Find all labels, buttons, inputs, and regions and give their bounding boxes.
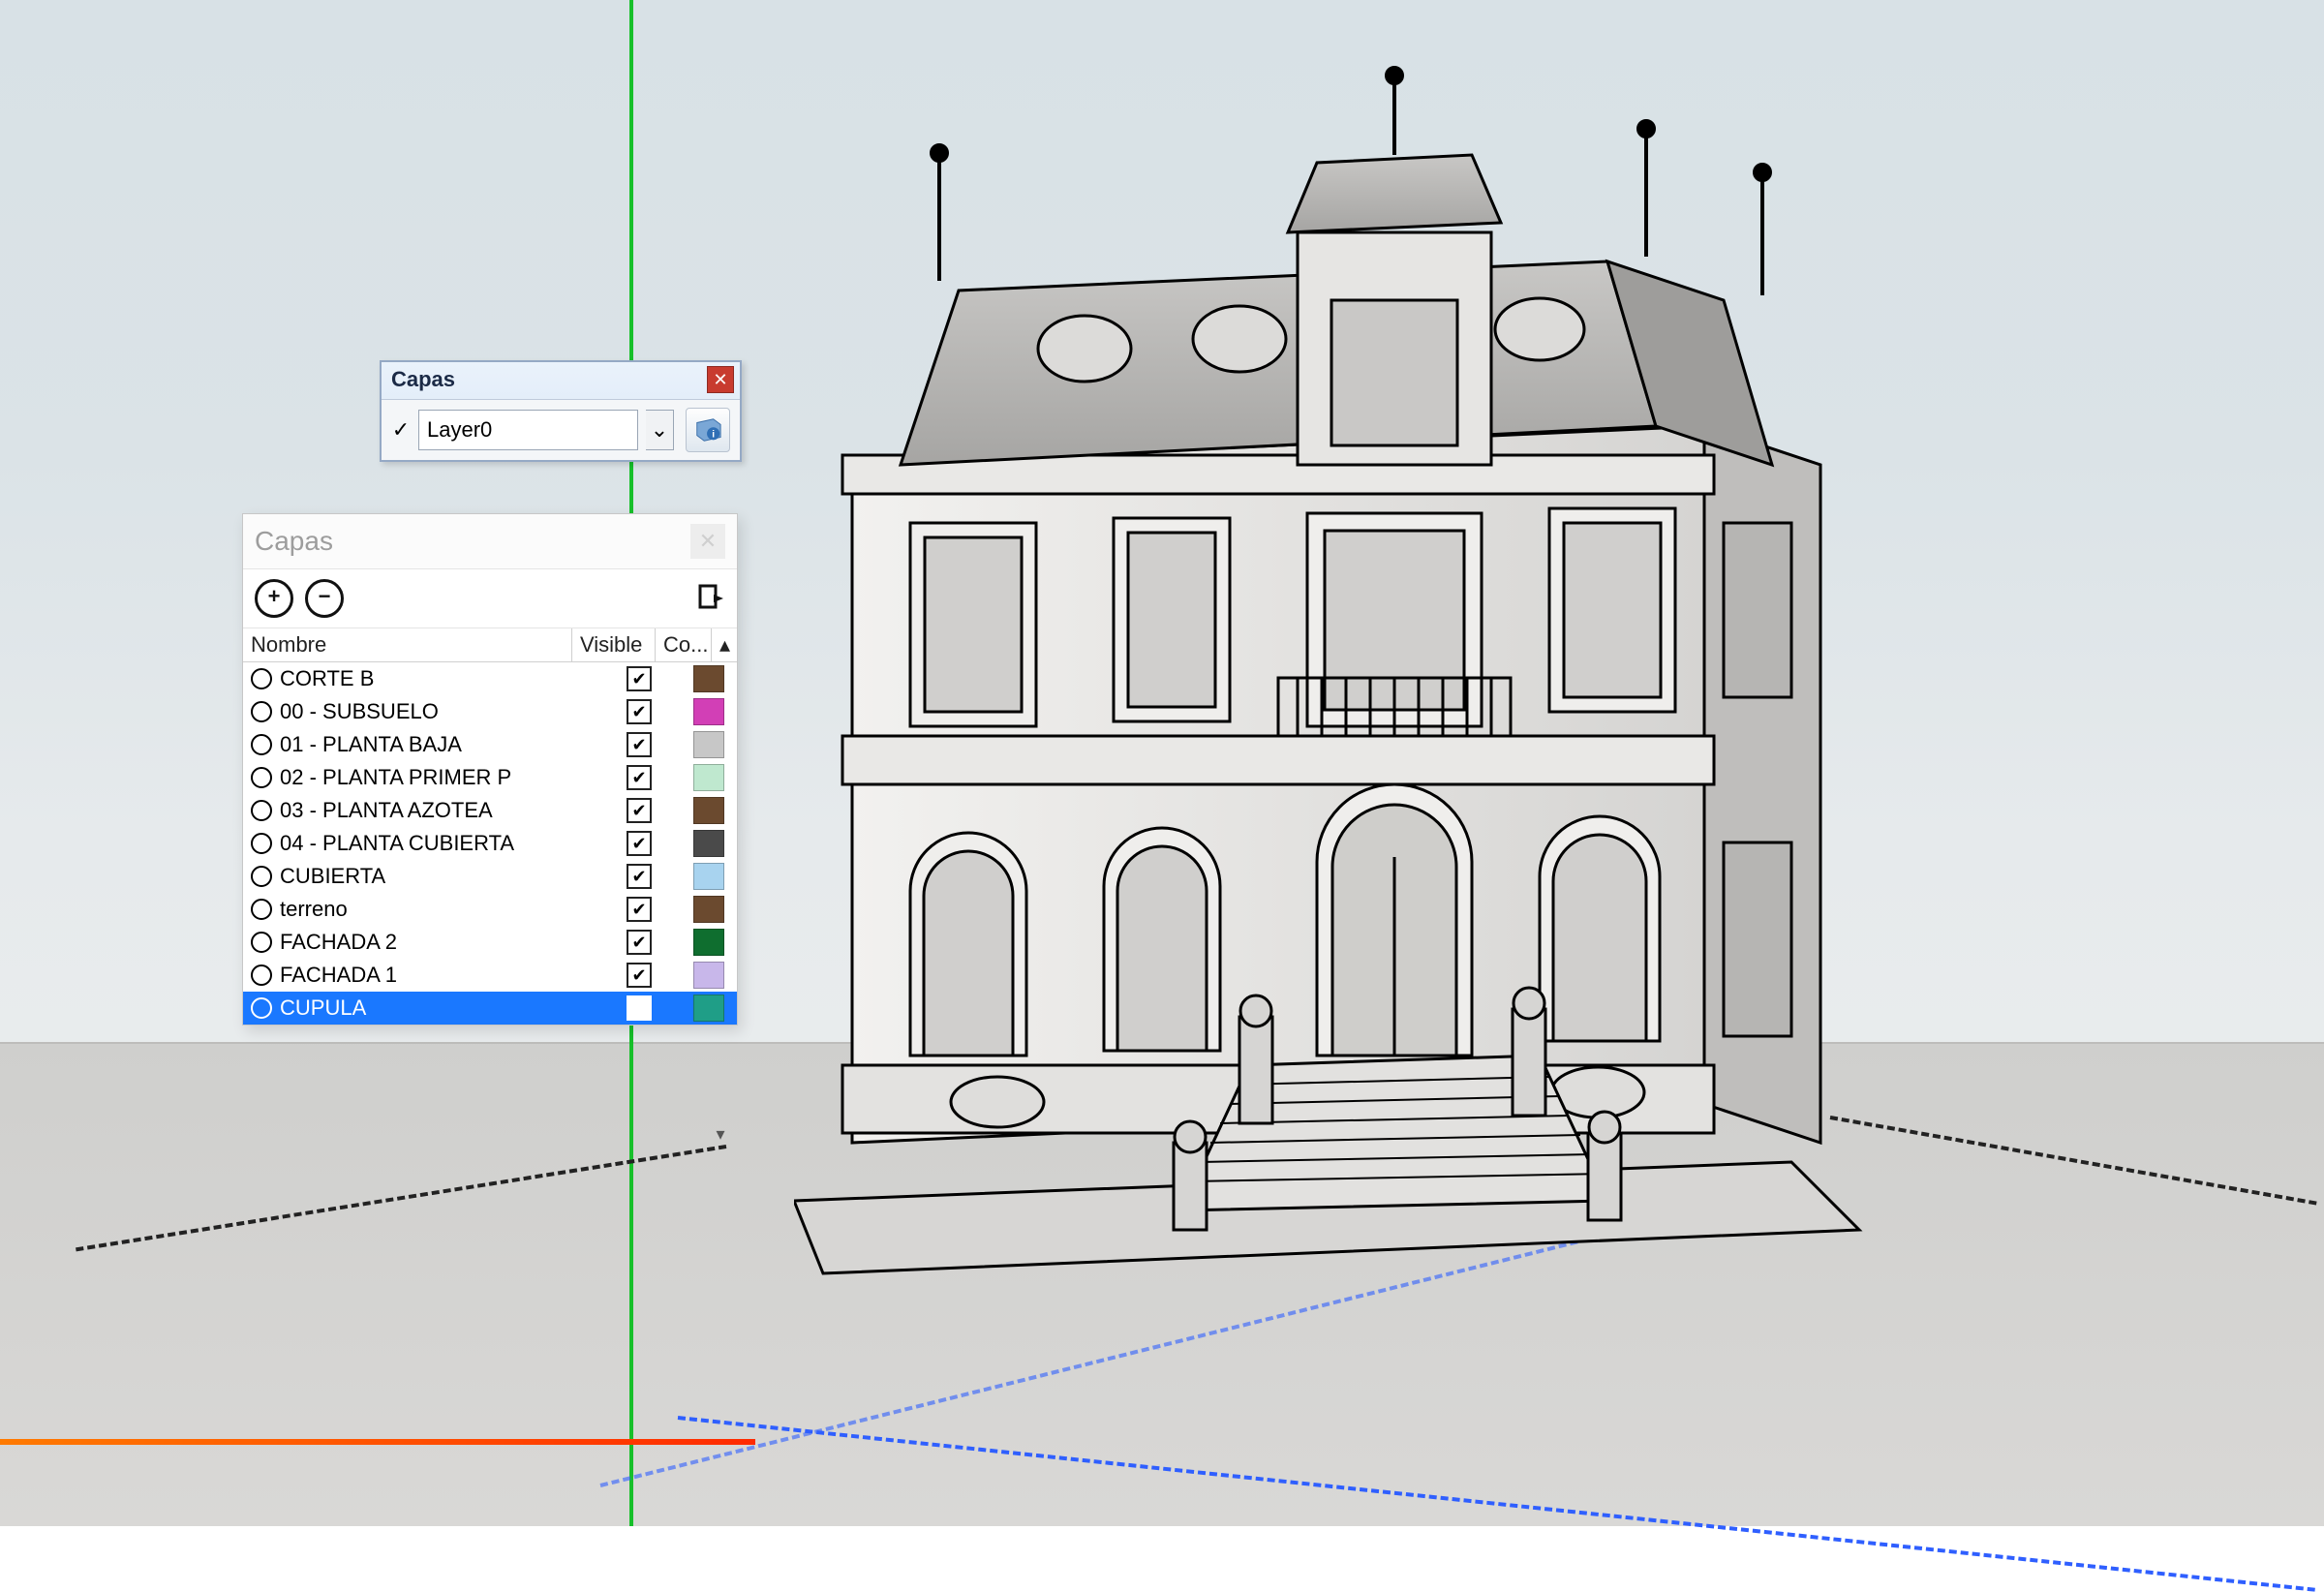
minus-icon: − [319, 584, 331, 609]
layer-active-radio[interactable] [251, 866, 272, 887]
layers-panel-title: Capas [255, 526, 333, 557]
col-visible[interactable]: Visible [572, 628, 656, 661]
layer-active-radio[interactable] [251, 701, 272, 722]
layer-active-radio[interactable] [251, 800, 272, 821]
col-name[interactable]: Nombre [243, 628, 572, 661]
layer-name: FACHADA 1 [280, 963, 397, 988]
close-icon: ✕ [713, 370, 727, 390]
layer-active-radio[interactable] [251, 734, 272, 755]
layer-color-swatch[interactable] [693, 929, 724, 956]
building-model[interactable] [794, 39, 1869, 1288]
layer-row[interactable]: FACHADA 1 ✔ [243, 959, 737, 992]
layer-active-radio[interactable] [251, 964, 272, 986]
layers-column-headers[interactable]: Nombre Visible Co... ▴ [243, 628, 737, 662]
layer-name: 02 - PLANTA PRIMER P [280, 765, 511, 790]
layer-color-swatch[interactable] [693, 830, 724, 857]
layer-color-swatch[interactable] [693, 764, 724, 791]
layer-details-button[interactable] [696, 582, 725, 615]
layer-active-radio[interactable] [251, 767, 272, 788]
layer-name: 01 - PLANTA BAJA [280, 732, 462, 757]
add-layer-button[interactable]: + [255, 579, 293, 618]
scroll-down[interactable]: ▾ [708, 1124, 733, 1153]
layer-name: 04 - PLANTA CUBIERTA [280, 831, 514, 856]
layer-row[interactable]: 03 - PLANTA AZOTEA ✔ [243, 794, 737, 827]
layer-info-button[interactable]: i [686, 408, 730, 452]
layer-visible-checkbox[interactable]: ✔ [627, 831, 652, 856]
layers-panel-close[interactable]: ✕ [690, 524, 725, 559]
active-layer-dropdown[interactable]: ⌄ [646, 410, 674, 450]
layer-color-swatch[interactable] [693, 962, 724, 989]
layer-color-swatch[interactable] [693, 797, 724, 824]
layer-color-swatch[interactable] [693, 698, 724, 725]
layer-color-swatch[interactable] [693, 863, 724, 890]
layer-visible-checkbox[interactable] [627, 995, 652, 1021]
layer-visible-checkbox[interactable]: ✔ [627, 897, 652, 922]
layer-name: terreno [280, 897, 348, 922]
layer-visible-checkbox[interactable]: ✔ [627, 765, 652, 790]
layer-color-swatch[interactable] [693, 731, 724, 758]
layer-color-swatch[interactable] [693, 896, 724, 923]
layer-active-radio[interactable] [251, 997, 272, 1019]
remove-layer-button[interactable]: − [305, 579, 344, 618]
layer-row[interactable]: terreno ✔ [243, 893, 737, 926]
layer-visible-checkbox[interactable]: ✔ [627, 732, 652, 757]
layer-name: CORTE B [280, 666, 374, 691]
layer-row[interactable]: FACHADA 2 ✔ [243, 926, 737, 959]
layer-active-radio[interactable] [251, 833, 272, 854]
layer-row[interactable]: 01 - PLANTA BAJA ✔ [243, 728, 737, 761]
layers-toolbar-title: Capas [391, 367, 455, 392]
layer-active-radio[interactable] [251, 668, 272, 689]
layer-name: CUPULA [280, 995, 366, 1021]
layer-row[interactable]: 04 - PLANTA CUBIERTA ✔ [243, 827, 737, 860]
layer-visible-checkbox[interactable]: ✔ [627, 930, 652, 955]
details-icon [698, 584, 723, 613]
layer-name: 03 - PLANTA AZOTEA [280, 798, 493, 823]
layer-active-radio[interactable] [251, 932, 272, 953]
layer-visible-checkbox[interactable]: ✔ [627, 798, 652, 823]
info-icon: i [693, 415, 722, 444]
svg-text:i: i [712, 430, 715, 441]
layer-visible-checkbox[interactable]: ✔ [627, 699, 652, 724]
viewport-3d[interactable]: Capas ✕ ✓ Layer0 ⌄ i Capas ✕ + − Nombre … [0, 0, 2324, 1526]
layer-name: 00 - SUBSUELO [280, 699, 439, 724]
close-icon: ✕ [699, 529, 717, 554]
active-layer-check-icon: ✓ [391, 420, 411, 440]
chevron-down-icon: ⌄ [651, 417, 668, 443]
active-layer-name: Layer0 [427, 417, 492, 443]
layer-row[interactable]: CUPULA [243, 992, 737, 1025]
layer-row[interactable]: CORTE B ✔ [243, 662, 737, 695]
scroll-up[interactable]: ▴ [712, 628, 737, 661]
layer-row[interactable]: CUBIERTA ✔ [243, 860, 737, 893]
layer-visible-checkbox[interactable]: ✔ [627, 963, 652, 988]
layers-list[interactable]: CORTE B✔00 - SUBSUELO✔01 - PLANTA BAJA✔0… [243, 662, 737, 1025]
layer-name: FACHADA 2 [280, 930, 397, 955]
layer-visible-checkbox[interactable]: ✔ [627, 666, 652, 691]
layer-row[interactable]: 00 - SUBSUELO ✔ [243, 695, 737, 728]
layer-visible-checkbox[interactable]: ✔ [627, 864, 652, 889]
plus-icon: + [268, 584, 281, 609]
layers-toolbar-close[interactable]: ✕ [707, 366, 734, 393]
chevron-down-icon: ▾ [716, 1124, 724, 1145]
active-layer-select[interactable]: Layer0 [418, 410, 638, 450]
layer-row[interactable]: 02 - PLANTA PRIMER P ✔ [243, 761, 737, 794]
layers-panel[interactable]: Capas ✕ + − Nombre Visible Co... ▴ CORTE… [242, 513, 738, 1026]
layer-name: CUBIERTA [280, 864, 385, 889]
layer-color-swatch[interactable] [693, 665, 724, 692]
layer-color-swatch[interactable] [693, 995, 724, 1022]
col-color[interactable]: Co... [656, 628, 712, 661]
layer-active-radio[interactable] [251, 899, 272, 920]
layers-toolbar[interactable]: Capas ✕ ✓ Layer0 ⌄ i [380, 360, 742, 462]
